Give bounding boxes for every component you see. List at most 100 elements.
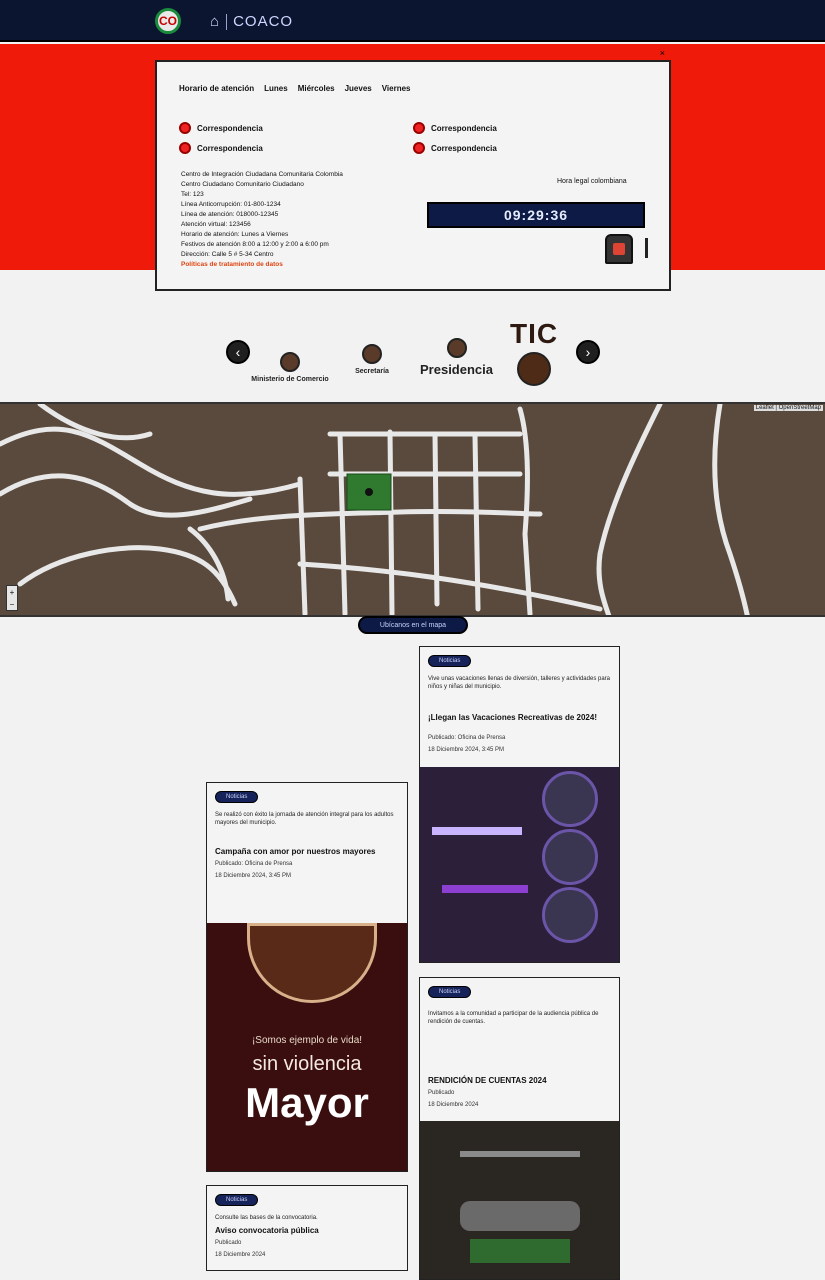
schedule-label: Horario de atención bbox=[179, 84, 255, 93]
news-summary: Consulte las bases de la convocatoria. bbox=[215, 1215, 318, 1221]
contact-link-label: Correspondencia bbox=[431, 143, 497, 153]
contact-link[interactable]: Correspondencia bbox=[413, 122, 497, 134]
news-summary: Se realizó con éxito la jornada de atenc… bbox=[215, 812, 394, 826]
contact-link[interactable]: Correspondencia bbox=[413, 142, 497, 154]
news-tag: Noticias bbox=[428, 655, 472, 667]
news-card[interactable]: Noticias Consulte las bases de la convoc… bbox=[206, 1185, 408, 1271]
info-line: Centro Ciudadano Comunitario Ciudadano bbox=[181, 181, 304, 188]
schedule-day: Miércoles bbox=[297, 84, 335, 93]
secretariat-emblem-icon bbox=[362, 344, 382, 364]
schedule-day: Lunes bbox=[264, 84, 288, 93]
news-author: Publicado: Oficina de Prensa bbox=[215, 861, 293, 867]
map-streets bbox=[0, 404, 750, 615]
news-date: 18 Diciembre 2024 bbox=[215, 1252, 266, 1258]
image-text-block bbox=[460, 1201, 580, 1231]
chevron-left-icon: ‹ bbox=[235, 344, 241, 360]
close-icon[interactable]: × bbox=[660, 48, 665, 58]
info-line: Tel: 123 bbox=[181, 191, 204, 198]
top-navbar: CO ⌂ COACO bbox=[0, 0, 825, 42]
news-title: RENDICIÓN DE CUENTAS 2024 bbox=[428, 1076, 547, 1085]
zoom-out-button[interactable]: − bbox=[10, 600, 15, 609]
contact-icon bbox=[413, 122, 425, 134]
location-map[interactable]: Leaflet | OpenStreetMap bbox=[0, 402, 825, 617]
divider bbox=[645, 238, 648, 258]
news-title: Aviso convocatoria pública bbox=[215, 1226, 319, 1235]
clock-time: 09:29:36 bbox=[503, 207, 569, 223]
carousel-item[interactable]: TIC bbox=[510, 318, 558, 390]
presidency-emblem-icon bbox=[446, 338, 467, 358]
news-card[interactable]: Noticias Invitamos a la comunidad a part… bbox=[419, 977, 620, 1280]
divider bbox=[226, 14, 228, 31]
poster-faces bbox=[247, 923, 377, 1003]
news-date: 18 Diciembre 2024 bbox=[428, 1102, 479, 1108]
poster-tagline: ¡Somos ejemplo de vida! bbox=[207, 1035, 407, 1046]
news-tag: Noticias bbox=[215, 1194, 259, 1206]
carousel-item-label: Secretaría bbox=[355, 368, 389, 375]
news-author: Publicado: Oficina de Prensa bbox=[428, 735, 506, 741]
info-line: Horario de atención: Lunes a Viernes bbox=[181, 231, 289, 238]
home-icon: ⌂ bbox=[210, 13, 221, 30]
government-seal-icon[interactable] bbox=[605, 234, 633, 264]
contact-icon bbox=[413, 142, 425, 154]
image-circle bbox=[542, 829, 598, 885]
contact-link[interactable]: Correspondencia bbox=[179, 142, 263, 154]
news-card[interactable]: Noticias Se realizó con éxito la jornada… bbox=[206, 782, 408, 1172]
contact-link[interactable]: Correspondencia bbox=[179, 122, 263, 134]
poster-tagline-text: ¡Somos ejemplo de bbox=[251, 1035, 339, 1046]
image-circle bbox=[542, 887, 598, 943]
campaign-poster-image: ¡Somos ejemplo de vida! sin violencia Ma… bbox=[207, 923, 407, 1171]
logo-text: CO bbox=[159, 14, 177, 28]
legal-time-clock[interactable]: 09:29:36 bbox=[427, 202, 645, 228]
locate-us-button[interactable]: Ubícanos en el mapa bbox=[358, 616, 468, 634]
info-line: Festivos de atención 8:00 a 12:00 y 2:00… bbox=[181, 241, 329, 248]
news-date: 18 Diciembre 2024, 3:45 PM bbox=[215, 873, 292, 879]
schedule-day: Jueves bbox=[344, 84, 372, 93]
chevron-right-icon: › bbox=[585, 344, 591, 360]
brand-name: COACO bbox=[233, 13, 294, 30]
contact-link-label: Correspondencia bbox=[197, 143, 263, 153]
news-author: Publicado bbox=[215, 1240, 242, 1246]
image-circle bbox=[542, 771, 598, 827]
carousel-item[interactable]: Presidencia bbox=[420, 338, 493, 377]
news-image bbox=[420, 767, 619, 962]
news-card[interactable]: Noticias Vive unas vacaciones llenas de … bbox=[419, 646, 620, 963]
image-banner bbox=[432, 827, 522, 835]
news-image bbox=[420, 1121, 619, 1279]
ministry-emblem-icon bbox=[280, 352, 300, 372]
map-attribution[interactable]: Leaflet | OpenStreetMap bbox=[753, 405, 823, 411]
news-title: ¡Llegan las Vacaciones Recreativas de 20… bbox=[428, 713, 597, 722]
municipality-logo[interactable]: CO bbox=[155, 8, 181, 34]
news-date: 18 Diciembre 2024, 3:45 PM bbox=[428, 747, 505, 753]
privacy-link[interactable]: Políticas de tratamiento de datos bbox=[181, 260, 421, 270]
carousel-item[interactable]: Ministerio de Comercio bbox=[250, 352, 330, 383]
contact-link-label: Correspondencia bbox=[431, 123, 497, 133]
info-line: Línea Anticorrupción: 01-800-1234 bbox=[181, 201, 281, 208]
info-line: Dirección: Calle 5 # 5-34 Centro bbox=[181, 251, 274, 258]
zoom-in-button[interactable]: + bbox=[10, 588, 15, 597]
image-banner bbox=[442, 885, 528, 893]
news-title: Campaña con amor por nuestros mayores bbox=[215, 847, 376, 856]
contact-icon bbox=[179, 142, 191, 154]
tic-emblem-icon bbox=[517, 352, 552, 386]
news-author: Publicado bbox=[428, 1090, 455, 1096]
image-text-block bbox=[470, 1239, 570, 1263]
carousel-next-button[interactable]: › bbox=[576, 340, 600, 364]
brand[interactable]: ⌂ COACO bbox=[210, 13, 294, 31]
carousel-item[interactable]: Secretaría bbox=[332, 344, 412, 375]
contact-details: Centro de Integración Ciudadana Comunita… bbox=[181, 170, 421, 270]
image-text-line bbox=[460, 1151, 580, 1157]
poster-tagline-text: vida! bbox=[340, 1035, 363, 1046]
carousel-item-label: Ministerio de Comercio bbox=[251, 376, 329, 383]
info-line: Centro de Integración Ciudadana Comunita… bbox=[181, 171, 343, 178]
info-line: Línea de atención: 018000-12345 bbox=[181, 211, 279, 218]
clock-caption: Hora legal colombiana bbox=[557, 178, 627, 185]
contact-link-label: Correspondencia bbox=[197, 123, 263, 133]
news-summary: Vive unas vacaciones llenas de diversión… bbox=[428, 676, 610, 690]
carousel-prev-button[interactable]: ‹ bbox=[226, 340, 250, 364]
poster-headline: Mayor bbox=[245, 1079, 369, 1126]
carousel-item-label: TIC bbox=[510, 318, 559, 349]
locate-us-label: Ubícanos en el mapa bbox=[379, 621, 447, 629]
contact-info-card: Horario de atención Lunes Miércoles Juev… bbox=[155, 60, 671, 291]
map-zoom-control: + − bbox=[6, 585, 18, 611]
schedule-day: Viernes bbox=[381, 84, 411, 93]
